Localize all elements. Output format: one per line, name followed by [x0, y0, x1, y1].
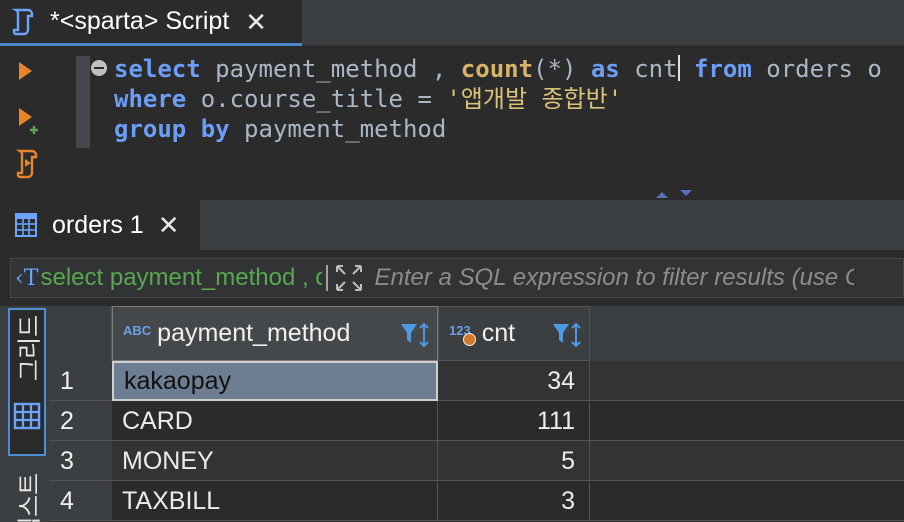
script-file-icon — [12, 8, 34, 35]
filter-bar: ‹T select payment_method , count(*) as c… — [0, 250, 904, 306]
sql-identifier: payment_method , — [200, 55, 461, 83]
row-number[interactable]: 3 — [50, 441, 112, 481]
filter-divider — [326, 265, 329, 291]
close-icon[interactable]: ✕ — [245, 9, 267, 35]
column-label: cnt — [481, 319, 516, 347]
column-header-payment-method[interactable]: ABC payment_method — [112, 306, 438, 361]
code-line[interactable]: select payment_method , count(*) as cnt … — [114, 54, 882, 84]
sql-keyword: where — [114, 85, 187, 113]
table-grid-icon — [15, 213, 37, 237]
sql-identifier: orders o — [751, 55, 882, 83]
sql-identifier: payment_method — [229, 115, 447, 143]
cell-cnt[interactable]: 5 — [438, 441, 590, 481]
table-row[interactable]: 2 CARD 111 — [50, 401, 904, 441]
cell-payment-method[interactable]: kakaopay — [112, 361, 438, 401]
close-icon[interactable]: ✕ — [158, 212, 180, 238]
row-number-header[interactable] — [50, 306, 112, 361]
sql-editor[interactable]: select payment_method , count(*) as cnt … — [0, 46, 904, 198]
tab-sparta-script[interactable]: *<sparta> Script ✕ — [0, 0, 302, 46]
cell-cnt[interactable]: 34 — [438, 361, 590, 401]
run-new-tab-icon[interactable] — [16, 106, 42, 136]
tab-orders-1[interactable]: orders 1 ✕ — [0, 200, 200, 250]
fold-region-marker — [76, 56, 90, 148]
row-number[interactable]: 1 — [50, 361, 112, 401]
editor-gutter — [0, 46, 66, 198]
cell-payment-method[interactable]: TAXBILL — [112, 481, 438, 521]
text-type-icon: ABC — [123, 323, 152, 338]
empty-cell — [590, 401, 904, 441]
empty-cell — [590, 361, 904, 401]
results-tab-bar: orders 1 ✕ — [0, 198, 904, 250]
sql-keyword: as — [590, 55, 620, 83]
editor-tab-title: *<sparta> Script — [50, 7, 230, 35]
filter-expression-input[interactable] — [374, 264, 855, 292]
sql-string: '앱개발 종합반' — [446, 85, 623, 113]
column-label: payment_method — [157, 319, 351, 347]
table-row[interactable]: 4 TAXBILL 3 — [50, 481, 904, 521]
sql-keyword: group by — [114, 115, 230, 143]
run-statement-icon[interactable] — [16, 60, 34, 82]
sql-keyword: from — [694, 55, 752, 83]
sql-identifier: cnt — [619, 55, 678, 83]
results-tab-title: orders 1 — [52, 210, 144, 239]
sql-function: count — [460, 55, 534, 83]
grid-tab-label: 그리드 — [16, 314, 44, 382]
execute-script-icon[interactable] — [16, 148, 42, 180]
filter-box: ‹T select payment_method , count(*) as c… — [10, 258, 904, 298]
column-key-icon — [462, 333, 476, 346]
expand-arrows-icon[interactable] — [334, 263, 364, 293]
sql-code[interactable]: select payment_method , count(*) as cnt … — [114, 54, 882, 144]
grid-view-icon — [13, 402, 41, 430]
cell-payment-method[interactable]: MONEY — [112, 441, 438, 481]
sql-text-icon: ‹T — [15, 265, 39, 291]
editor-tab-bar: *<sparta> Script ✕ — [0, 0, 904, 46]
cell-cnt[interactable]: 3 — [438, 481, 590, 521]
header-filler — [590, 306, 904, 361]
empty-cell — [590, 441, 904, 481]
scroll-arrows-icon[interactable] — [652, 188, 692, 198]
sql-identifier: (*) — [533, 55, 591, 83]
view-mode-panel: 그리드 텍스트 — [0, 306, 50, 522]
code-line[interactable]: where o.course_title = '앱개발 종합반' — [114, 84, 882, 114]
table-row[interactable]: 3 MONEY 5 — [50, 441, 904, 481]
cell-cnt[interactable]: 111 — [438, 401, 590, 441]
empty-cell — [590, 481, 904, 521]
collapse-icon[interactable] — [91, 60, 107, 76]
row-number[interactable]: 2 — [50, 401, 112, 441]
tab-text-view[interactable]: 텍스트 — [10, 473, 45, 522]
sql-identifier: o.course_title = — [186, 85, 447, 113]
filter-sort-icon[interactable] — [399, 321, 431, 349]
sql-keyword: select — [114, 55, 201, 83]
table-row[interactable]: 1 kakaopay 34 — [50, 361, 904, 401]
column-header-cnt[interactable]: 123 cnt — [438, 306, 590, 361]
filter-sort-icon[interactable] — [551, 321, 583, 349]
sql-identifier — [680, 55, 694, 83]
filter-query-text[interactable]: select payment_method , count(*) as cnt … — [40, 264, 322, 292]
cell-payment-method[interactable]: CARD — [112, 401, 438, 441]
result-grid: ABC payment_method 123 cnt 1 kakaopay 34… — [50, 306, 904, 522]
row-number[interactable]: 4 — [50, 481, 112, 521]
code-line[interactable]: group by payment_method — [114, 114, 882, 144]
